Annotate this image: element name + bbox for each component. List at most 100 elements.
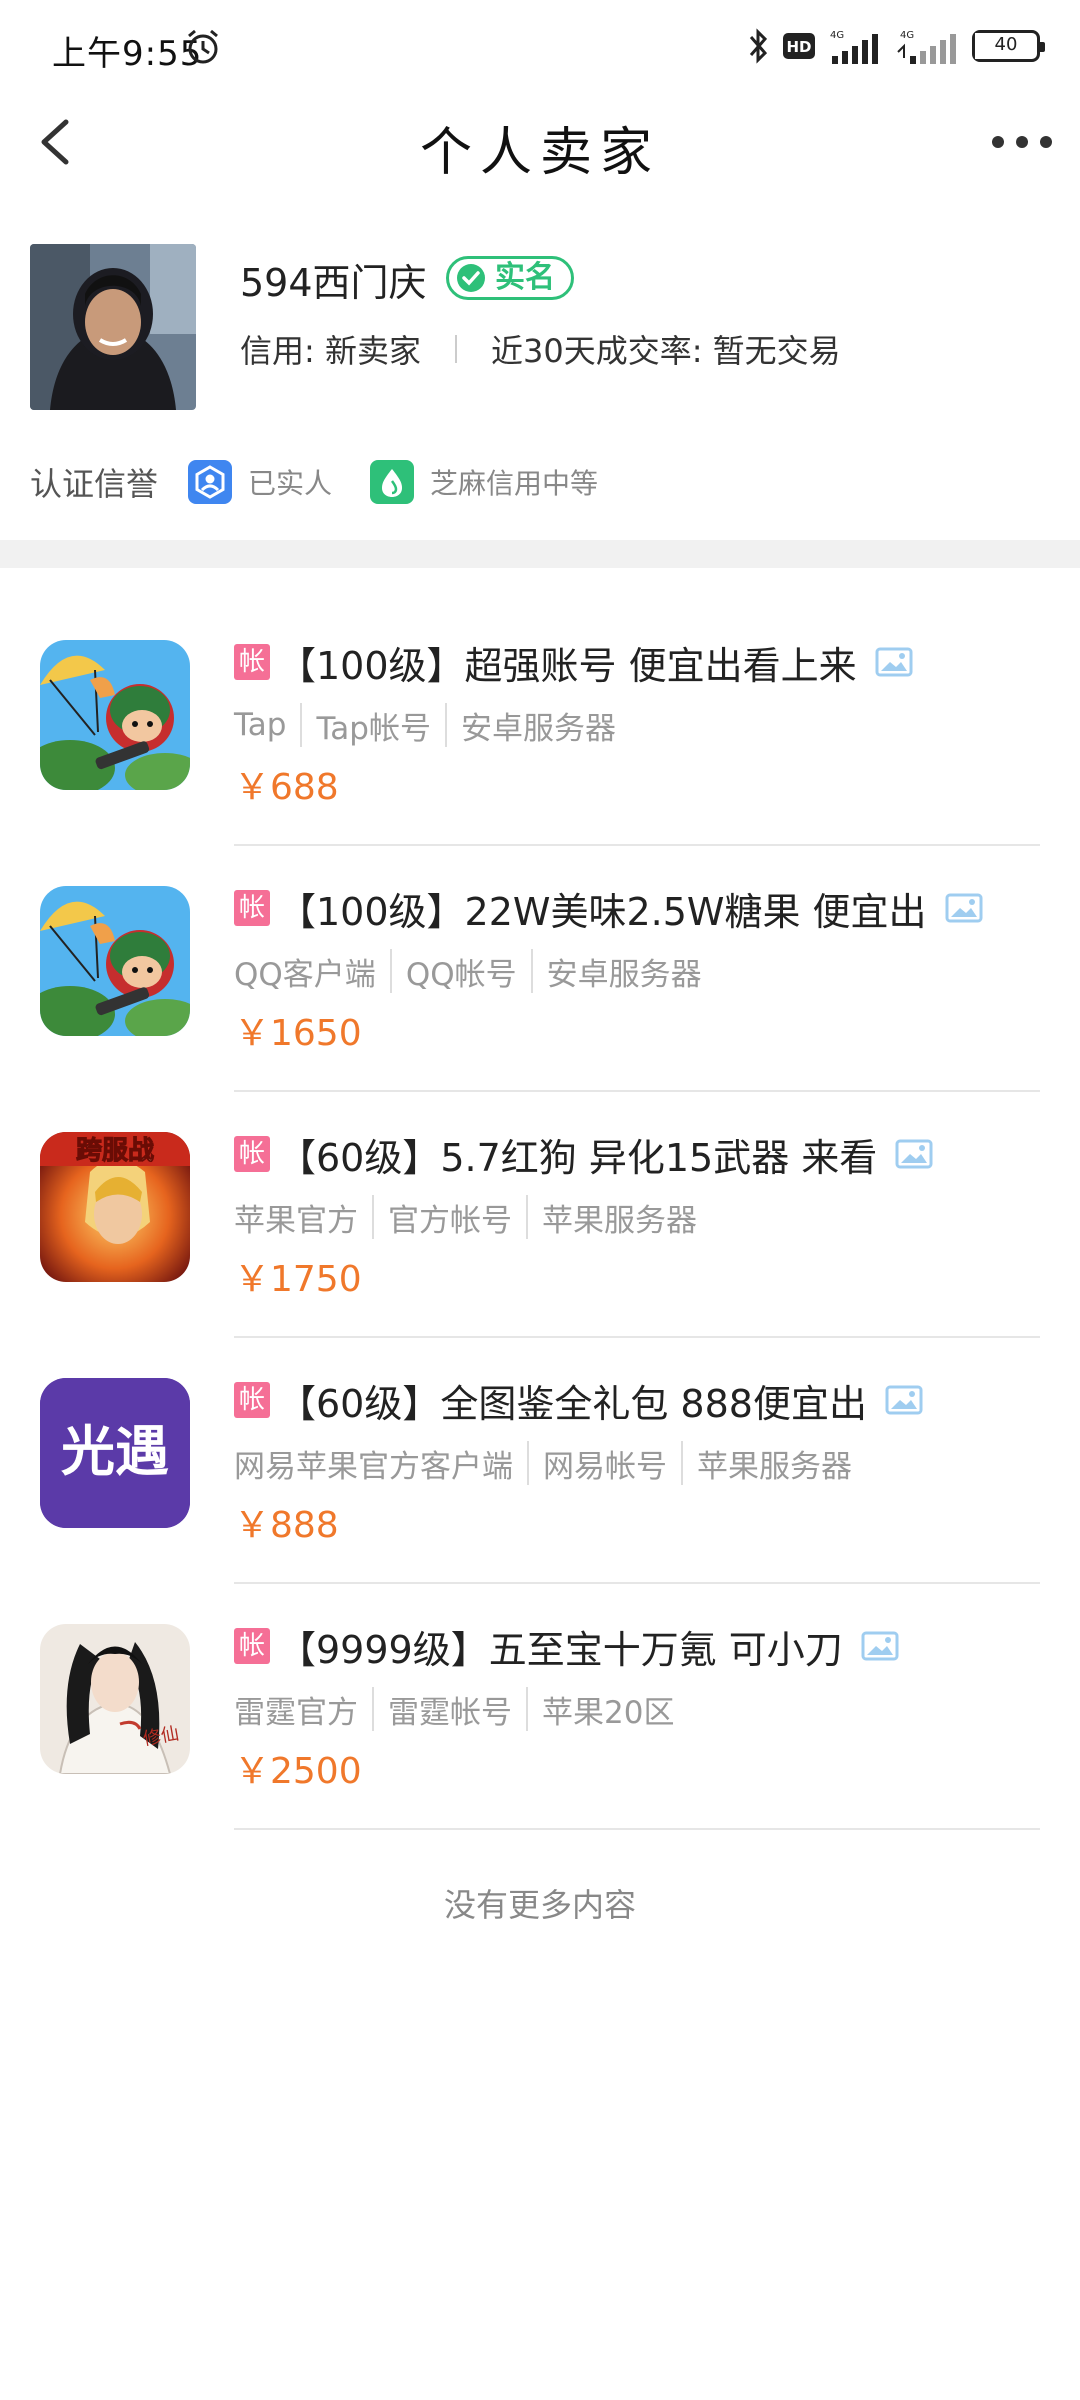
listing-account-type: 雷霆帐号 (388, 1694, 512, 1731)
listing-attributes: Tap Tap帐号 安卓服务器 (234, 702, 616, 748)
cert-real-person-text: 已实人 (248, 467, 333, 500)
listing-price: ￥1750 (234, 1259, 362, 1300)
certification-label: 认证信誉 (30, 465, 159, 503)
cert-real-person[interactable]: 已实人 (188, 460, 332, 504)
listing-account-type: QQ帐号 (405, 956, 517, 993)
listing-platform: 雷霆官方 (234, 1694, 358, 1731)
image-icon (945, 893, 983, 923)
listing-title: 【60级】全图鉴全礼包 888便宜出 (278, 1381, 867, 1426)
listing-title-row: 帐 【60级】全图鉴全礼包 888便宜出 (234, 1372, 923, 1428)
seller-profile-page: 上午9:55 HD 4G 4G 40 个人卖家 594西门庆 实名 信用: 新卖… (0, 0, 1080, 2400)
status-time: 上午9:55 (52, 34, 203, 74)
attr-divider (444, 703, 447, 747)
listing-price: ￥2500 (234, 1751, 362, 1792)
nav-bar: 个人卖家 (0, 92, 1080, 192)
listing-title-row: 帐 【100级】超强账号 便宜出看上来 (234, 634, 913, 690)
listing-price: ￥688 (234, 767, 339, 808)
listing-title-row: 帐 【9999级】五至宝十万氪 可小刀 (234, 1618, 899, 1674)
check-icon (457, 264, 485, 292)
xiuxian-game-icon: 修仙 (40, 1624, 190, 1774)
image-icon (885, 1385, 923, 1415)
battery-icon: 40 (972, 30, 1045, 62)
avatar[interactable] (30, 244, 196, 410)
listing-item[interactable]: 帐 【100级】超强账号 便宜出看上来 Tap Tap帐号 安卓服务器 ￥688 (0, 600, 1080, 846)
listing-account-type: 官方帐号 (388, 1202, 512, 1239)
seller-header: 594西门庆 实名 信用: 新卖家 近30天成交率: 暂无交易 (0, 240, 1080, 420)
attr-divider (527, 1441, 529, 1485)
sesame-credit-icon (370, 460, 415, 504)
attr-divider (526, 1195, 528, 1239)
listing-server: 安卓服务器 (546, 956, 702, 993)
listing-platform: 苹果官方 (234, 1202, 358, 1239)
attr-divider (372, 1687, 374, 1731)
listing-server: 苹果服务器 (697, 1448, 852, 1485)
hd-icon: HD (783, 33, 815, 59)
no-more-content-label: 没有更多内容 (443, 1886, 636, 1924)
cert-sesame-credit[interactable]: 芝麻信用中等 (370, 460, 598, 504)
section-divider (0, 540, 1080, 568)
page-title: 个人卖家 (419, 123, 660, 183)
listing-item[interactable]: 跨服战 帐 【60级】5.7红狗 异化15武器 来看 苹果官方 官方帐号 苹果服… (0, 1092, 1080, 1338)
listing-item[interactable]: 修仙 帐 【9999级】五至宝十万氪 可小刀 雷霆官方 雷霆帐号 苹果20区 ￥… (0, 1584, 1080, 1830)
account-tag: 帐 (234, 1382, 270, 1418)
verified-badge: 实名 (446, 256, 574, 300)
account-tag: 帐 (234, 1136, 270, 1172)
listing-platform: Tap (234, 707, 287, 743)
attr-divider (389, 949, 392, 993)
thumb-caption: 跨服战 (76, 1136, 154, 1166)
sky-guangyu-icon: 光遇 (40, 1378, 190, 1528)
listing-item[interactable]: 帐 【100级】22W美味2.5W糖果 便宜出 QQ客户端 QQ帐号 安卓服务器… (0, 846, 1080, 1092)
signal-4g-icon: 4G (830, 30, 878, 64)
svg-text:HD: HD (786, 38, 811, 56)
bluetooth-icon (749, 28, 768, 64)
status-bar: 上午9:55 HD 4G 4G 40 (0, 0, 1080, 92)
more-options-icon[interactable] (992, 122, 1052, 162)
listing-title: 【100级】超强账号 便宜出看上来 (278, 643, 857, 688)
attr-divider (681, 1441, 683, 1485)
real-person-icon (188, 460, 233, 504)
trade-rate: 近30天成交率: 暂无交易 (490, 332, 841, 370)
attr-divider (530, 949, 533, 993)
account-tag: 帐 (234, 644, 270, 680)
listing-attributes: QQ客户端 QQ帐号 安卓服务器 (234, 948, 702, 994)
verified-label: 实名 (495, 260, 555, 295)
listing-price: ￥888 (234, 1505, 339, 1546)
thumb-caption: 光遇 (61, 1420, 169, 1483)
image-icon (875, 647, 913, 677)
status-icons: HD 4G 4G 40 (746, 24, 1045, 68)
listing-title: 【60级】5.7红狗 异化15武器 来看 (278, 1135, 878, 1180)
listing-title: 【9999级】五至宝十万氪 可小刀 (278, 1627, 843, 1672)
image-icon (861, 1631, 899, 1661)
listing-title-row: 帐 【100级】22W美味2.5W糖果 便宜出 (234, 880, 983, 936)
item-divider (234, 1828, 1040, 1830)
listing-title: 【100级】22W美味2.5W糖果 便宜出 (278, 889, 927, 934)
cert-sesame-credit-text: 芝麻信用中等 (430, 467, 599, 500)
listing-platform: QQ客户端 (234, 956, 376, 993)
listing-attributes: 苹果官方 官方帐号 苹果服务器 (234, 1194, 697, 1240)
listing-server: 安卓服务器 (460, 710, 616, 747)
listing-server: 苹果20区 (542, 1694, 675, 1731)
attr-divider (300, 703, 303, 747)
alarm-icon (188, 29, 218, 64)
battery-level: 40 (994, 34, 1018, 55)
listing-account-type: Tap帐号 (316, 710, 431, 747)
meta-divider (454, 335, 457, 363)
seller-name: 594西门庆 (240, 261, 427, 305)
signal-4g-icon: 4G (897, 30, 956, 64)
listing-platform: 网易苹果官方客户端 (234, 1448, 513, 1485)
listing-attributes: 雷霆官方 雷霆帐号 苹果20区 (234, 1686, 674, 1732)
listing-item[interactable]: 光遇 帐 【60级】全图鉴全礼包 888便宜出 网易苹果官方客户端 网易帐号 苹… (0, 1338, 1080, 1584)
listing-price: ￥1650 (234, 1013, 362, 1054)
credit-level: 信用: 新卖家 (240, 332, 421, 370)
cross-server-battle-icon: 跨服战 (40, 1132, 190, 1282)
listing-attributes: 网易苹果官方客户端 网易帐号 苹果服务器 (234, 1440, 852, 1486)
account-tag: 帐 (234, 890, 270, 926)
account-tag: 帐 (234, 1628, 270, 1664)
seller-meta: 信用: 新卖家 近30天成交率: 暂无交易 (240, 326, 841, 372)
image-icon (895, 1139, 933, 1169)
listing-title-row: 帐 【60级】5.7红狗 异化15武器 来看 (234, 1126, 933, 1182)
listing-server: 苹果服务器 (542, 1202, 697, 1239)
parachute-game-icon (40, 640, 190, 790)
svg-text:4G: 4G (900, 30, 914, 41)
parachute-game-icon (40, 886, 190, 1036)
